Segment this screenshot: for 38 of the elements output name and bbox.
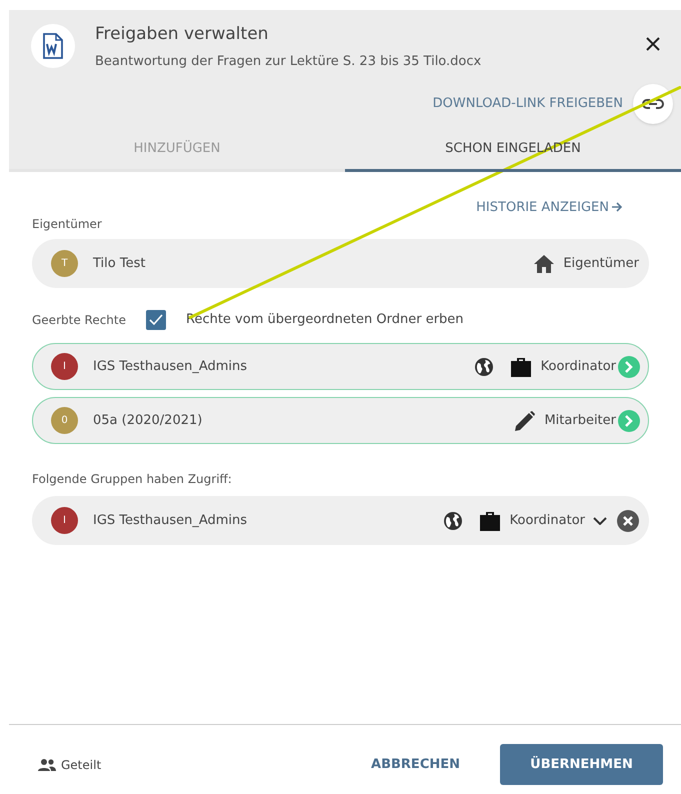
word-file-icon (31, 24, 75, 68)
shared-status: Geteilt (61, 756, 102, 774)
section-label: Folgende Gruppen haben Zugriff: (32, 471, 233, 488)
avatar: I (51, 507, 78, 534)
member-name: IGS Testhausen_Admins (93, 358, 248, 376)
avatar: I (51, 353, 78, 380)
checkbox[interactable] (146, 310, 166, 330)
avatar: T (51, 250, 78, 277)
avatar: 0 (51, 407, 78, 434)
history-link[interactable]: HISTORIE ANZEIGEN (476, 198, 623, 217)
section-label: Geerbte Rechte (32, 312, 126, 329)
close-icon[interactable] (645, 36, 661, 52)
file-name: Beantwortung der Fragen zur Lektüre S. 23 bis 35 Tilo.docx (95, 53, 482, 71)
globe-icon (474, 356, 494, 376)
member-name: Tilo Test (93, 254, 146, 273)
checkbox-label: Rechte vom übergeordneten Ordner erben (186, 311, 464, 330)
role-label[interactable]: Koordinator (510, 510, 585, 530)
chevron-down-icon[interactable] (593, 516, 607, 524)
apply-button[interactable]: ÜBERNEHMEN (500, 744, 663, 785)
globe-icon (442, 510, 463, 530)
people-icon (37, 758, 57, 770)
remove-icon[interactable] (617, 510, 639, 532)
dialog-title: Freigaben verwalten (95, 23, 270, 46)
role-label: Eigentümer (563, 254, 639, 273)
briefcase-icon (478, 510, 501, 530)
home-icon (534, 254, 554, 272)
section-label: Eigentümer (32, 216, 103, 233)
arrow-right-icon (611, 201, 623, 214)
checkmark-icon (149, 314, 163, 326)
briefcase-icon (510, 356, 532, 376)
role-label: Mitarbeiter (544, 412, 616, 430)
pencil-icon (515, 410, 536, 430)
download-link[interactable]: DOWNLOAD-LINK FREIGEBEN (432, 94, 623, 114)
cancel-button[interactable]: ABBRECHEN (363, 744, 468, 785)
member-name: IGS Testhausen_Admins (93, 512, 248, 530)
link-icon[interactable] (633, 84, 673, 124)
role-label: Koordinator (540, 358, 616, 376)
member-name: 05a (2020/2021) (93, 412, 204, 430)
